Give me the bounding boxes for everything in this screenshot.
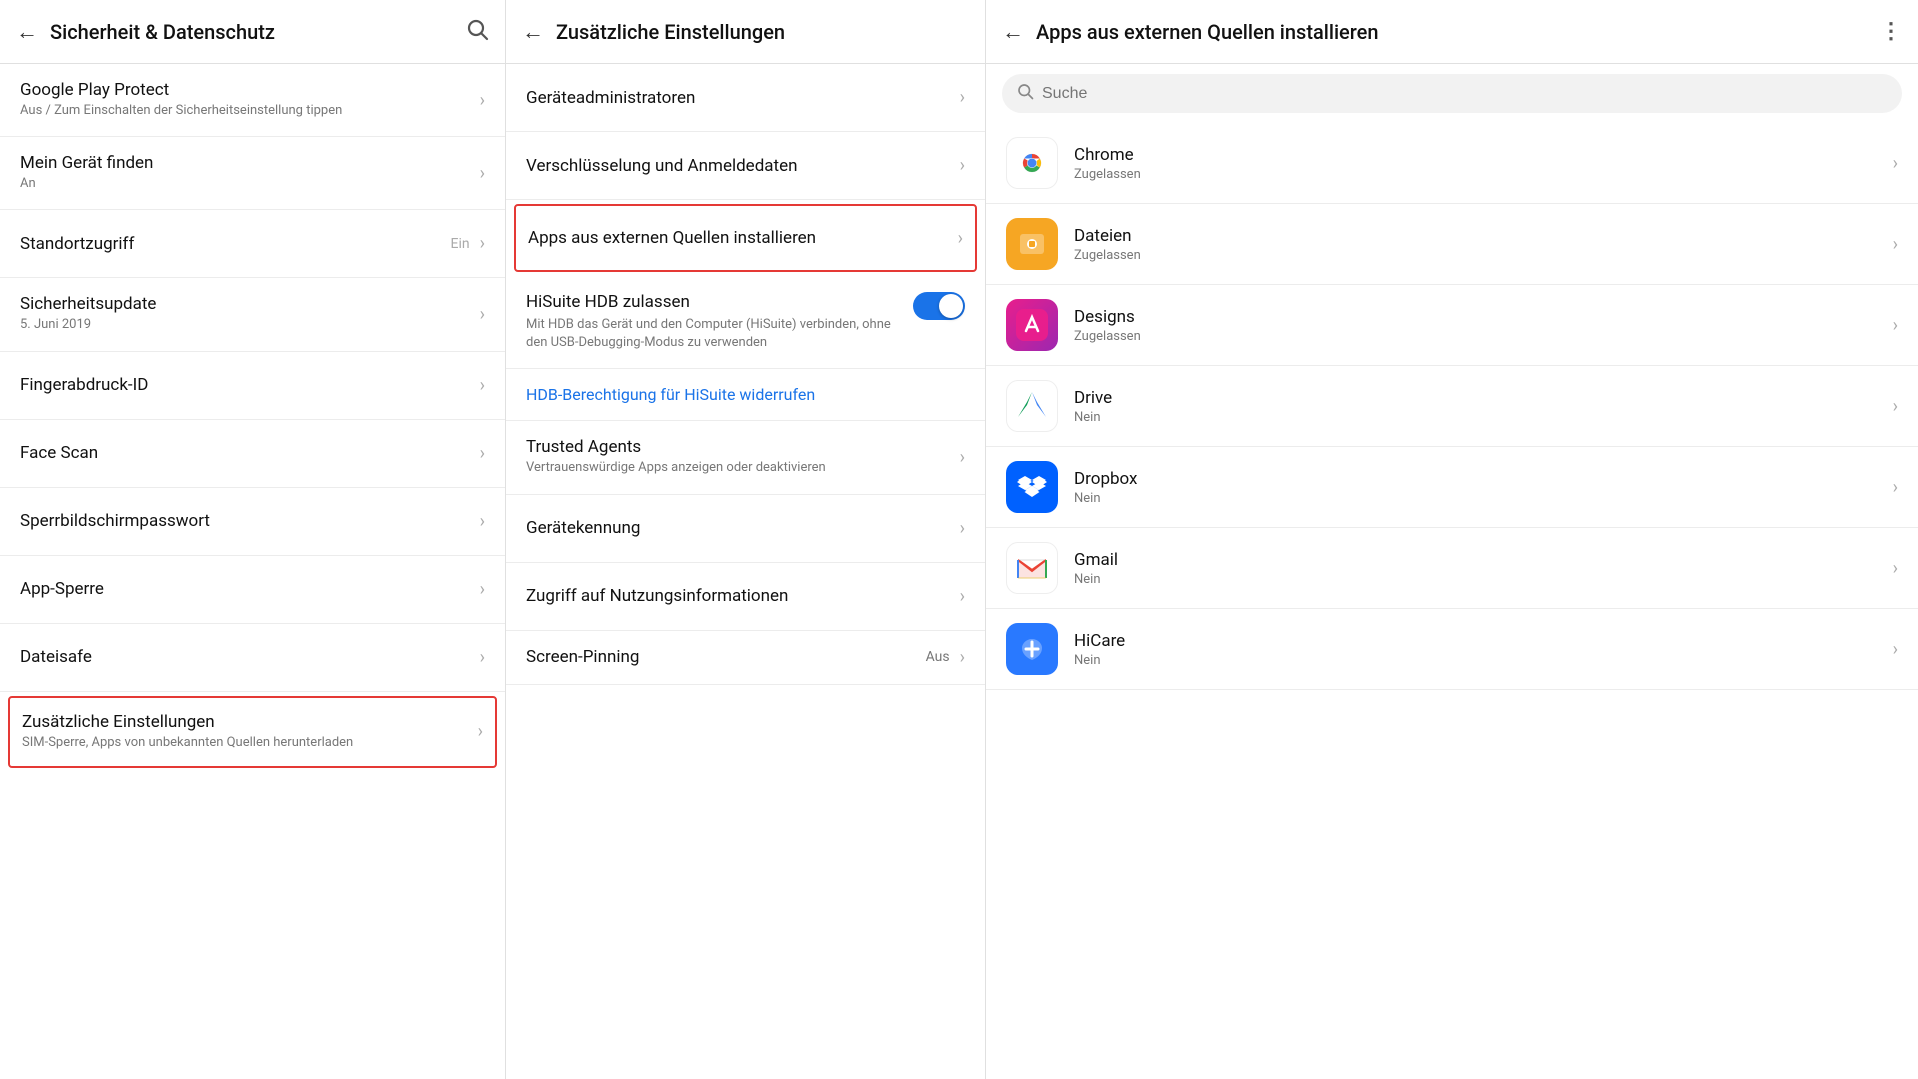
left-back-button[interactable]: ←	[16, 19, 38, 45]
chevron-icon: ›	[1893, 315, 1898, 336]
chevron-icon: ›	[480, 304, 485, 325]
hicare-icon	[1006, 623, 1058, 675]
mid-item-zugriff-nutzung[interactable]: Zugriff auf Nutzungsinformationen ›	[506, 563, 985, 631]
left-item-dateisafe[interactable]: Dateisafe ›	[0, 624, 505, 692]
chevron-icon: ›	[1893, 396, 1898, 417]
search-input[interactable]	[1042, 85, 1888, 103]
mid-back-button[interactable]: ←	[522, 19, 544, 45]
app-item-designs[interactable]: Designs Zugelassen ›	[986, 285, 1918, 366]
chrome-icon	[1006, 137, 1058, 189]
chevron-icon: ›	[960, 447, 965, 468]
left-item-zusatzliche-einstellungen[interactable]: Zusätzliche Einstellungen SIM-Sperre, Ap…	[8, 696, 497, 768]
chevron-icon: ›	[480, 443, 485, 464]
app-item-chrome[interactable]: Chrome Zugelassen ›	[986, 123, 1918, 204]
chevron-icon: ›	[960, 155, 965, 176]
left-header: ← Sicherheit & Datenschutz	[0, 0, 505, 64]
left-panel: ← Sicherheit & Datenschutz Google Play P…	[0, 0, 506, 1079]
chevron-icon: ›	[960, 518, 965, 539]
designs-icon	[1006, 299, 1058, 351]
chevron-icon: ›	[960, 647, 965, 668]
chevron-icon: ›	[480, 647, 485, 668]
right-search-bar	[1002, 74, 1902, 113]
mid-item-verschlusselung[interactable]: Verschlüsselung und Anmeldedaten ›	[506, 132, 985, 200]
left-item-google-play-protect[interactable]: Google Play Protect Aus / Zum Einschalte…	[0, 64, 505, 137]
left-header-title: Sicherheit & Datenschutz	[50, 20, 453, 44]
chevron-icon: ›	[480, 579, 485, 600]
mid-item-trusted-agents[interactable]: Trusted Agents Vertrauenswürdige Apps an…	[506, 421, 985, 494]
chevron-icon: ›	[1893, 153, 1898, 174]
gmail-icon	[1006, 542, 1058, 594]
mid-item-apps-extern[interactable]: Apps aus externen Quellen installieren ›	[514, 204, 977, 272]
mid-header-title: Zusätzliche Einstellungen	[556, 20, 969, 44]
drive-icon	[1006, 380, 1058, 432]
mid-item-screen-pinning[interactable]: Screen-Pinning Aus ›	[506, 631, 985, 685]
mid-list: Geräteadministratoren › Verschlüsselung …	[506, 64, 985, 1079]
chevron-icon: ›	[480, 375, 485, 396]
app-item-dateien[interactable]: Dateien Zugelassen ›	[986, 204, 1918, 285]
chevron-icon: ›	[478, 721, 483, 742]
dropbox-icon	[1006, 461, 1058, 513]
chevron-icon: ›	[1893, 639, 1898, 660]
left-item-standortzugriff[interactable]: Standortzugriff Ein ›	[0, 210, 505, 278]
chevron-icon: ›	[960, 586, 965, 607]
mid-panel: ← Zusätzliche Einstellungen Geräteadmini…	[506, 0, 986, 1079]
app-item-gmail[interactable]: Gmail Nein ›	[986, 528, 1918, 609]
right-header-title: Apps aus externen Quellen installieren	[1036, 20, 1868, 44]
chevron-icon: ›	[480, 511, 485, 532]
mid-item-geratekennung[interactable]: Gerätekennung ›	[506, 495, 985, 563]
mid-header: ← Zusätzliche Einstellungen	[506, 0, 985, 64]
mid-item-hisuite-hdb[interactable]: HiSuite HDB zulassen Mit HDB das Gerät u…	[506, 276, 985, 369]
app-item-dropbox[interactable]: Dropbox Nein ›	[986, 447, 1918, 528]
mid-item-hdb-berechtigung[interactable]: HDB-Berechtigung für HiSuite widerrufen	[506, 369, 985, 421]
left-list: Google Play Protect Aus / Zum Einschalte…	[0, 64, 505, 1079]
left-search-icon[interactable]	[465, 17, 489, 47]
chevron-icon: ›	[958, 228, 963, 249]
right-back-button[interactable]: ←	[1002, 19, 1024, 45]
hisuite-toggle[interactable]	[913, 292, 965, 320]
dateien-icon	[1006, 218, 1058, 270]
search-icon	[1016, 82, 1034, 105]
left-item-face-scan[interactable]: Face Scan ›	[0, 420, 505, 488]
chevron-icon: ›	[1893, 558, 1898, 579]
chevron-icon: ›	[960, 87, 965, 108]
chevron-icon: ›	[1893, 477, 1898, 498]
app-item-drive[interactable]: Drive Nein ›	[986, 366, 1918, 447]
mid-item-geratadministratoren[interactable]: Geräteadministratoren ›	[506, 64, 985, 132]
chevron-icon: ›	[480, 233, 485, 254]
left-item-app-sperre[interactable]: App-Sperre ›	[0, 556, 505, 624]
left-item-mein-gerat-finden[interactable]: Mein Gerät finden An ›	[0, 137, 505, 210]
left-item-sperrbildschirmpasswort[interactable]: Sperrbildschirmpasswort ›	[0, 488, 505, 556]
chevron-icon: ›	[480, 90, 485, 111]
app-item-hicare[interactable]: HiCare Nein ›	[986, 609, 1918, 690]
right-header: ← Apps aus externen Quellen installieren…	[986, 0, 1918, 64]
chevron-icon: ›	[480, 163, 485, 184]
right-apps-list: Chrome Zugelassen › Dateien Zugelassen ›	[986, 123, 1918, 1079]
left-item-sicherheitsupdate[interactable]: Sicherheitsupdate 5. Juni 2019 ›	[0, 278, 505, 351]
right-panel: ← Apps aus externen Quellen installieren…	[986, 0, 1918, 1079]
left-item-fingerabdruck-id[interactable]: Fingerabdruck-ID ›	[0, 352, 505, 420]
chevron-icon: ›	[1893, 234, 1898, 255]
right-more-icon[interactable]: ⋮	[1880, 19, 1902, 44]
